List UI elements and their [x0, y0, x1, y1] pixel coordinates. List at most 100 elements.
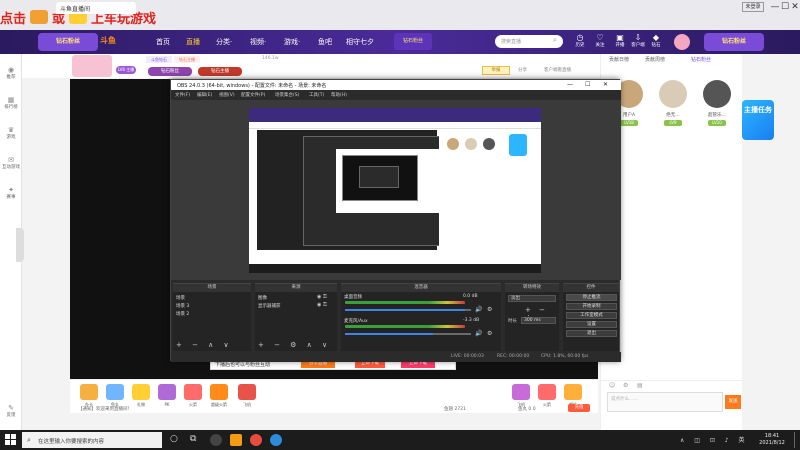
start-recording-button[interactable]: 开始录制 [566, 303, 617, 310]
obs-menu-scene-collection[interactable]: 场景集合(S) [275, 92, 299, 98]
sidebar-item-rank[interactable]: ▦ 排行榜 [0, 96, 22, 110]
show-desktop-button[interactable] [794, 432, 799, 448]
obs-menu-view[interactable]: 视图(V) [219, 92, 235, 98]
report-button[interactable]: 举报 [482, 66, 510, 75]
scene-controls[interactable]: + − ∧ ∨ [176, 341, 233, 349]
sidebar-item-events[interactable]: ✦ 赛事 [0, 186, 22, 200]
system-tray-icons[interactable]: ∧ ◫ ⊡ ♪ 英 [680, 435, 749, 444]
share-button[interactable]: 分享 [518, 67, 527, 73]
scene-item-3[interactable]: 场景 2 [176, 311, 189, 317]
nav-fishbar[interactable]: 鱼吧 [318, 37, 332, 47]
gift-gift[interactable]: 礼物 [130, 384, 152, 408]
app-taskbar-icon[interactable] [230, 434, 242, 446]
start-stream-button[interactable]: ▣ 开播 [612, 33, 628, 48]
mixer-desktop-settings-icon[interactable]: ⚙ [487, 306, 492, 313]
tab-diamond-fans[interactable]: 钻石粉丝 [691, 56, 711, 63]
filter-icon[interactable]: ▤ [637, 382, 643, 389]
stop-streaming-button[interactable]: 停止推流 [566, 294, 617, 301]
task-ad-banner[interactable]: 主播任务 [742, 100, 774, 140]
source-item-1[interactable]: 图像 [258, 295, 267, 301]
obs-menu-edit[interactable]: 编辑(E) [197, 92, 212, 98]
browser-tab[interactable]: 斗鱼直播间 [56, 2, 136, 14]
close-button[interactable]: ✕ [786, 0, 800, 14]
room-tag-b[interactable]: 钻石主播 [174, 56, 200, 63]
nav-category[interactable]: 分类· [216, 37, 232, 47]
profile-button[interactable]: 未登录 [742, 2, 764, 12]
room-fan-badge[interactable]: 钻石粉丝 [148, 67, 192, 76]
gift-super-rocket[interactable]: 超级火箭 [208, 384, 230, 408]
sidebar-collapse-handle[interactable] [16, 228, 24, 262]
obs-menu-help[interactable]: 帮助(H) [331, 92, 347, 98]
sidebar-item-game[interactable]: ♛ 游戏 [0, 126, 22, 140]
edge-taskbar-icon[interactable] [270, 434, 282, 446]
search-icon[interactable]: ⌕ [553, 36, 557, 45]
nav-home[interactable]: 首页 [156, 37, 170, 47]
send-button[interactable]: 发送 [725, 395, 741, 409]
obs-minimize-button[interactable]: — [567, 81, 573, 88]
chat-input[interactable]: 说点什么…… [607, 392, 723, 412]
room-tag-a[interactable]: 斗鱼钻石 [146, 56, 172, 63]
gift-right-b[interactable]: 火箭 [536, 384, 558, 408]
site-logo[interactable]: 斗鱼 [100, 35, 116, 46]
emoji-icon[interactable]: ☺ [609, 382, 615, 389]
sidebar-item-feedback[interactable]: ✎ 反馈 [0, 404, 22, 418]
obs-close-button[interactable]: ✕ [603, 81, 608, 88]
obs-taskbar-icon[interactable] [210, 434, 222, 446]
obs-menu-tools[interactable]: 工具(T) [309, 92, 324, 98]
mixer-desktop-mute-icon[interactable]: 🔊 [475, 306, 482, 313]
client-button[interactable]: ⇩ 客户端 [630, 33, 646, 48]
tab-weekly-rank[interactable]: 贡献周榜 [645, 56, 665, 63]
mixer-mic-settings-icon[interactable]: ⚙ [487, 330, 492, 337]
obs-menu-profile[interactable]: 配置文件(P) [241, 92, 265, 98]
task-view-icon[interactable]: ⧉ [190, 434, 196, 444]
sidebar-item-recommend[interactable]: ◉ 推荐 [0, 66, 22, 80]
exit-button[interactable]: 退出 [566, 330, 617, 337]
source-controls[interactable]: + − ⚙ ∧ ∨ [258, 341, 331, 349]
gift-fishball[interactable]: 鱼丸 [104, 384, 126, 408]
eye-icon[interactable]: ◉ ⚿ [317, 294, 327, 300]
gift-right-a[interactable]: 飞机 [510, 384, 532, 408]
diamond-button[interactable]: ◆ 钻石 [648, 33, 664, 48]
transition-duration-input[interactable]: 300 ms [521, 317, 556, 324]
music-taskbar-icon[interactable] [250, 434, 262, 446]
client-watch-button[interactable]: 客户端看直播 [544, 67, 571, 73]
taskbar-search-input[interactable]: ⌕ 在这里输入你要搜索的内容 [22, 432, 162, 448]
mixer-desktop-slider[interactable] [345, 309, 471, 311]
taskbar-clock[interactable]: 18:41 2021/8/12 [752, 433, 792, 447]
studio-mode-button[interactable]: 工作室模式 [566, 312, 617, 319]
gift-rocket[interactable]: 火箭 [182, 384, 204, 408]
gift-plane[interactable]: 飞机 [236, 384, 258, 408]
nav-game[interactable]: 游戏· [284, 37, 300, 47]
transition-select[interactable]: 淡出 [508, 295, 556, 302]
nav-live[interactable]: 直播 [186, 37, 200, 47]
obs-maximize-button[interactable]: ☐ [585, 81, 590, 88]
obs-preview[interactable] [171, 100, 621, 280]
streamer-avatar[interactable] [72, 55, 112, 77]
follow-button[interactable]: ♡ 关注 [592, 33, 608, 48]
gift-pk[interactable]: PK [156, 384, 178, 407]
nav-video[interactable]: 视频· [250, 37, 266, 47]
mixer-mic-slider[interactable] [345, 333, 471, 335]
right-diamond-badge[interactable]: 钻石粉丝 [704, 33, 764, 51]
room-diamond-badge[interactable]: 钻石主播 [198, 67, 242, 76]
cortana-icon[interactable]: ○ [170, 434, 178, 444]
sidebar-item-interactive[interactable]: ✉ 互动游戏 [0, 156, 22, 170]
settings-button[interactable]: 设置 [566, 321, 617, 328]
brand-badge[interactable]: 钻石粉丝 [38, 33, 98, 51]
gift-card[interactable]: 办卡 [78, 384, 100, 408]
tab-daily-rank[interactable]: 贡献日榜 [609, 56, 629, 63]
scene-item-2[interactable]: 场景 3 [176, 303, 189, 309]
windows-start-icon[interactable] [5, 434, 16, 445]
mixer-mic-mute-icon[interactable]: 🔊 [475, 330, 482, 337]
rank-avatar-2[interactable] [659, 80, 687, 108]
obs-menu-file[interactable]: 文件(F) [175, 92, 190, 98]
settings-icon[interactable]: ⚙ [623, 382, 628, 389]
rank-avatar-3[interactable] [703, 80, 731, 108]
recharge-button[interactable]: 充值 [568, 404, 590, 412]
lock-icon[interactable]: ◉ ⚿ [317, 302, 327, 308]
source-item-2[interactable]: 显示器捕获 [258, 303, 281, 309]
scene-item-1[interactable]: 场景 [176, 295, 185, 301]
user-avatar[interactable] [674, 34, 690, 50]
history-button[interactable]: ◷ 历史 [572, 33, 588, 48]
nav-qixi[interactable]: 相守七夕 [346, 37, 374, 47]
